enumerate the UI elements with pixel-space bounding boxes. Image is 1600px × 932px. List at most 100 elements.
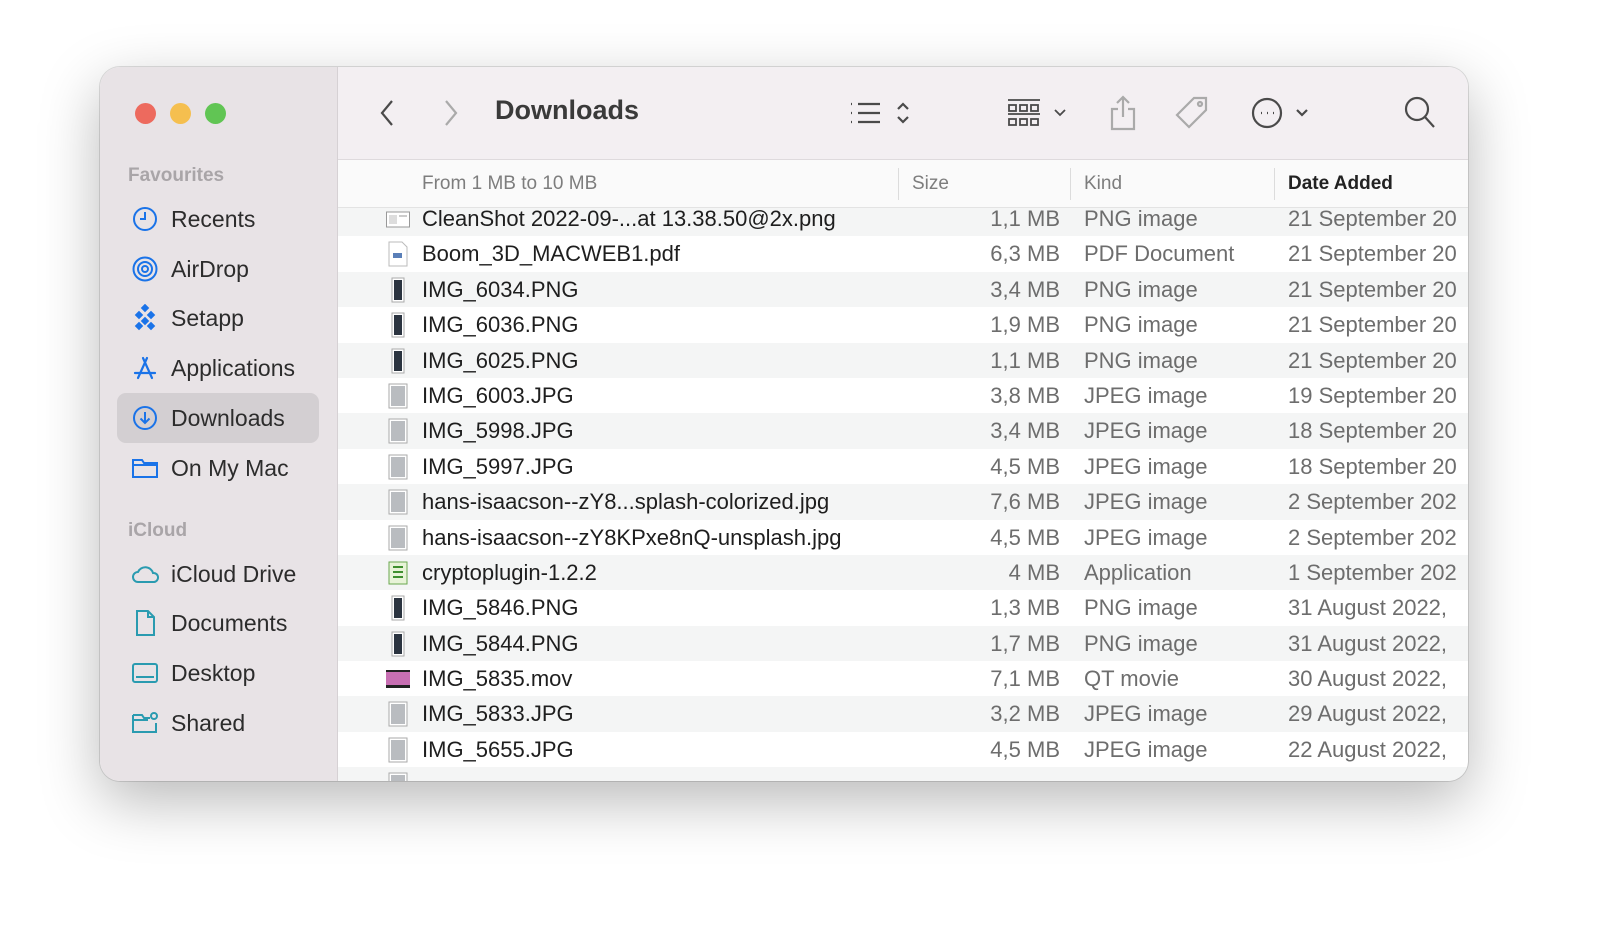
sidebar-item-label: Downloads: [171, 404, 285, 431]
file-row[interactable]: IMG_6003.JPG 3,8 MB JPEG image 19 Septem…: [338, 378, 1468, 413]
applications-icon: [133, 356, 157, 380]
file-date-added: 31 August 2022,: [1288, 595, 1448, 621]
file-size: 7,1 MB: [990, 666, 1060, 692]
file-date-added: 21 September 20: [1288, 276, 1457, 302]
file-date-added: 21 September 20: [1288, 347, 1457, 373]
file-row[interactable]: hans-isaacson--zY8...splash-colorized.jp…: [338, 484, 1468, 520]
file-kind: JPEG image: [1084, 489, 1208, 515]
file-phone-icon: [386, 631, 410, 657]
icloud-heading: iCloud: [128, 520, 188, 541]
file-date-added: 31 August 2022,: [1288, 630, 1448, 656]
file-row-partial[interactable]: [338, 767, 1468, 781]
sidebar-item-on-my-mac[interactable]: On My Mac: [117, 443, 319, 493]
file-size: 1,1 MB: [990, 347, 1060, 373]
file-row[interactable]: IMG_5997.JPG 4,5 MB JPEG image 18 Septem…: [338, 449, 1468, 484]
column-name[interactable]: From 1 MB to 10 MB: [422, 173, 597, 195]
file-date-added: 1 September 202: [1288, 559, 1457, 585]
file-kind: PNG image: [1084, 312, 1198, 338]
file-date-added: 19 September 20: [1288, 382, 1457, 408]
group-icon: [1008, 99, 1066, 126]
sidebar-item-recents[interactable]: Recents: [117, 194, 319, 244]
file-kind: JPEG image: [1084, 701, 1208, 727]
column-size[interactable]: Size: [912, 173, 949, 195]
file-row[interactable]: Boom_3D_MACWEB1.pdf 6,3 MB PDF Document …: [338, 236, 1468, 271]
sidebar-item-label: On My Mac: [171, 454, 289, 481]
file-date-added: 2 September 202: [1288, 489, 1457, 515]
file-kind: Application: [1084, 559, 1192, 585]
clock-icon: [133, 207, 157, 231]
file-row[interactable]: IMG_5833.JPG 3,2 MB JPEG image 29 August…: [338, 696, 1468, 732]
file-row[interactable]: IMG_5846.PNG 1,3 MB PNG image 31 August …: [338, 590, 1468, 625]
finder-window: Favourites Recents AirDrop Setapp Applic…: [100, 67, 1468, 781]
file-date-added: 22 August 2022,: [1288, 736, 1448, 762]
file-photo-icon: [386, 454, 410, 480]
file-row[interactable]: IMG_6036.PNG 1,9 MB PNG image 21 Septemb…: [338, 307, 1468, 342]
toolbar: Downloads: [338, 67, 1468, 160]
sidebar-item-shared[interactable]: Shared: [117, 698, 319, 748]
file-size: 6,3 MB: [990, 241, 1060, 267]
file-movie-icon: [384, 666, 412, 692]
file-row[interactable]: IMG_5835.mov 7,1 MB QT movie 30 August 2…: [338, 661, 1468, 696]
sidebar-item-documents[interactable]: Documents: [117, 598, 319, 648]
file-photo-icon: [386, 525, 410, 551]
file-phone-icon: [386, 348, 410, 374]
file-kind: PNG image: [1084, 206, 1198, 231]
search-button[interactable]: [1403, 93, 1437, 133]
tag-button[interactable]: [1174, 93, 1210, 133]
file-row[interactable]: IMG_6025.PNG 1,1 MB PNG image 21 Septemb…: [338, 342, 1468, 378]
file-name: IMG_6036.PNG: [422, 312, 579, 338]
back-button[interactable]: [376, 93, 400, 133]
sidebar: Favourites Recents AirDrop Setapp Applic…: [100, 67, 338, 781]
sidebar-item-airdrop[interactable]: AirDrop: [117, 244, 319, 294]
file-name: IMG_5844.PNG: [422, 630, 579, 656]
close-button[interactable]: [135, 103, 156, 124]
more-actions-button[interactable]: [1250, 93, 1312, 133]
zoom-button[interactable]: [205, 103, 226, 124]
file-date-added: 21 September 20: [1288, 206, 1457, 231]
sidebar-item-label: Setapp: [171, 304, 244, 331]
chevron-right-icon: [445, 100, 458, 126]
file-date-added: 30 August 2022,: [1288, 666, 1448, 692]
sidebar-item-setapp[interactable]: Setapp: [117, 293, 319, 343]
file-kind: JPEG image: [1084, 736, 1208, 762]
file-name: IMG_5998.JPG: [422, 418, 574, 444]
file-photo-icon: [386, 383, 410, 409]
favourites-heading: Favourites: [128, 165, 225, 186]
file-row[interactable]: cryptoplugin-1.2.2 4 MB Application 1 Se…: [338, 554, 1468, 591]
file-size: 3,4 MB: [990, 276, 1060, 302]
file-date-added: 18 September 20: [1288, 453, 1457, 479]
file-kind: JPEG image: [1084, 453, 1208, 479]
file-row[interactable]: IMG_5655.JPG 4,5 MB JPEG image 22 August…: [338, 732, 1468, 767]
file-size: 4 MB: [1008, 559, 1060, 585]
file-date-added: 21 September 20: [1288, 241, 1457, 267]
file-size: 4,5 MB: [990, 524, 1060, 550]
sidebar-item-applications[interactable]: Applications: [117, 343, 319, 393]
file-row[interactable]: IMG_6034.PNG 3,4 MB PNG image 21 Septemb…: [338, 271, 1468, 308]
file-photo-icon: [386, 489, 410, 515]
sidebar-item-icloud-drive[interactable]: iCloud Drive: [117, 549, 319, 599]
column-date-added[interactable]: Date Added: [1288, 173, 1393, 195]
group-button[interactable]: [1006, 93, 1072, 133]
file-row[interactable]: IMG_5998.JPG 3,4 MB JPEG image 18 Septem…: [338, 413, 1468, 449]
sidebar-item-desktop[interactable]: Desktop: [117, 648, 319, 698]
file-pdf-icon: [386, 241, 410, 267]
sidebar-item-label: AirDrop: [171, 255, 249, 282]
file-name: Boom_3D_MACWEB1.pdf: [422, 241, 680, 267]
folder-icon: [132, 459, 158, 478]
file-size: 4,5 MB: [990, 453, 1060, 479]
file-kind: JPEG image: [1084, 382, 1208, 408]
sidebar-item-label: Desktop: [171, 659, 256, 686]
sidebar-item-downloads[interactable]: Downloads: [117, 393, 319, 443]
file-name: IMG_5997.JPG: [422, 453, 574, 479]
minimize-button[interactable]: [170, 103, 191, 124]
share-button[interactable]: [1108, 93, 1138, 133]
shared-folder-icon: [132, 712, 158, 733]
file-name: IMG_6025.PNG: [422, 347, 579, 373]
forward-button[interactable]: [438, 93, 462, 133]
file-size: 1,1 MB: [990, 206, 1060, 231]
setapp-icon: [134, 304, 156, 331]
column-kind[interactable]: Kind: [1084, 173, 1122, 195]
file-row[interactable]: hans-isaacson--zY8KPxe8nQ-unsplash.jpg 4…: [338, 520, 1468, 555]
file-row[interactable]: IMG_5844.PNG 1,7 MB PNG image 31 August …: [338, 625, 1468, 662]
view-options-button[interactable]: [848, 93, 918, 133]
